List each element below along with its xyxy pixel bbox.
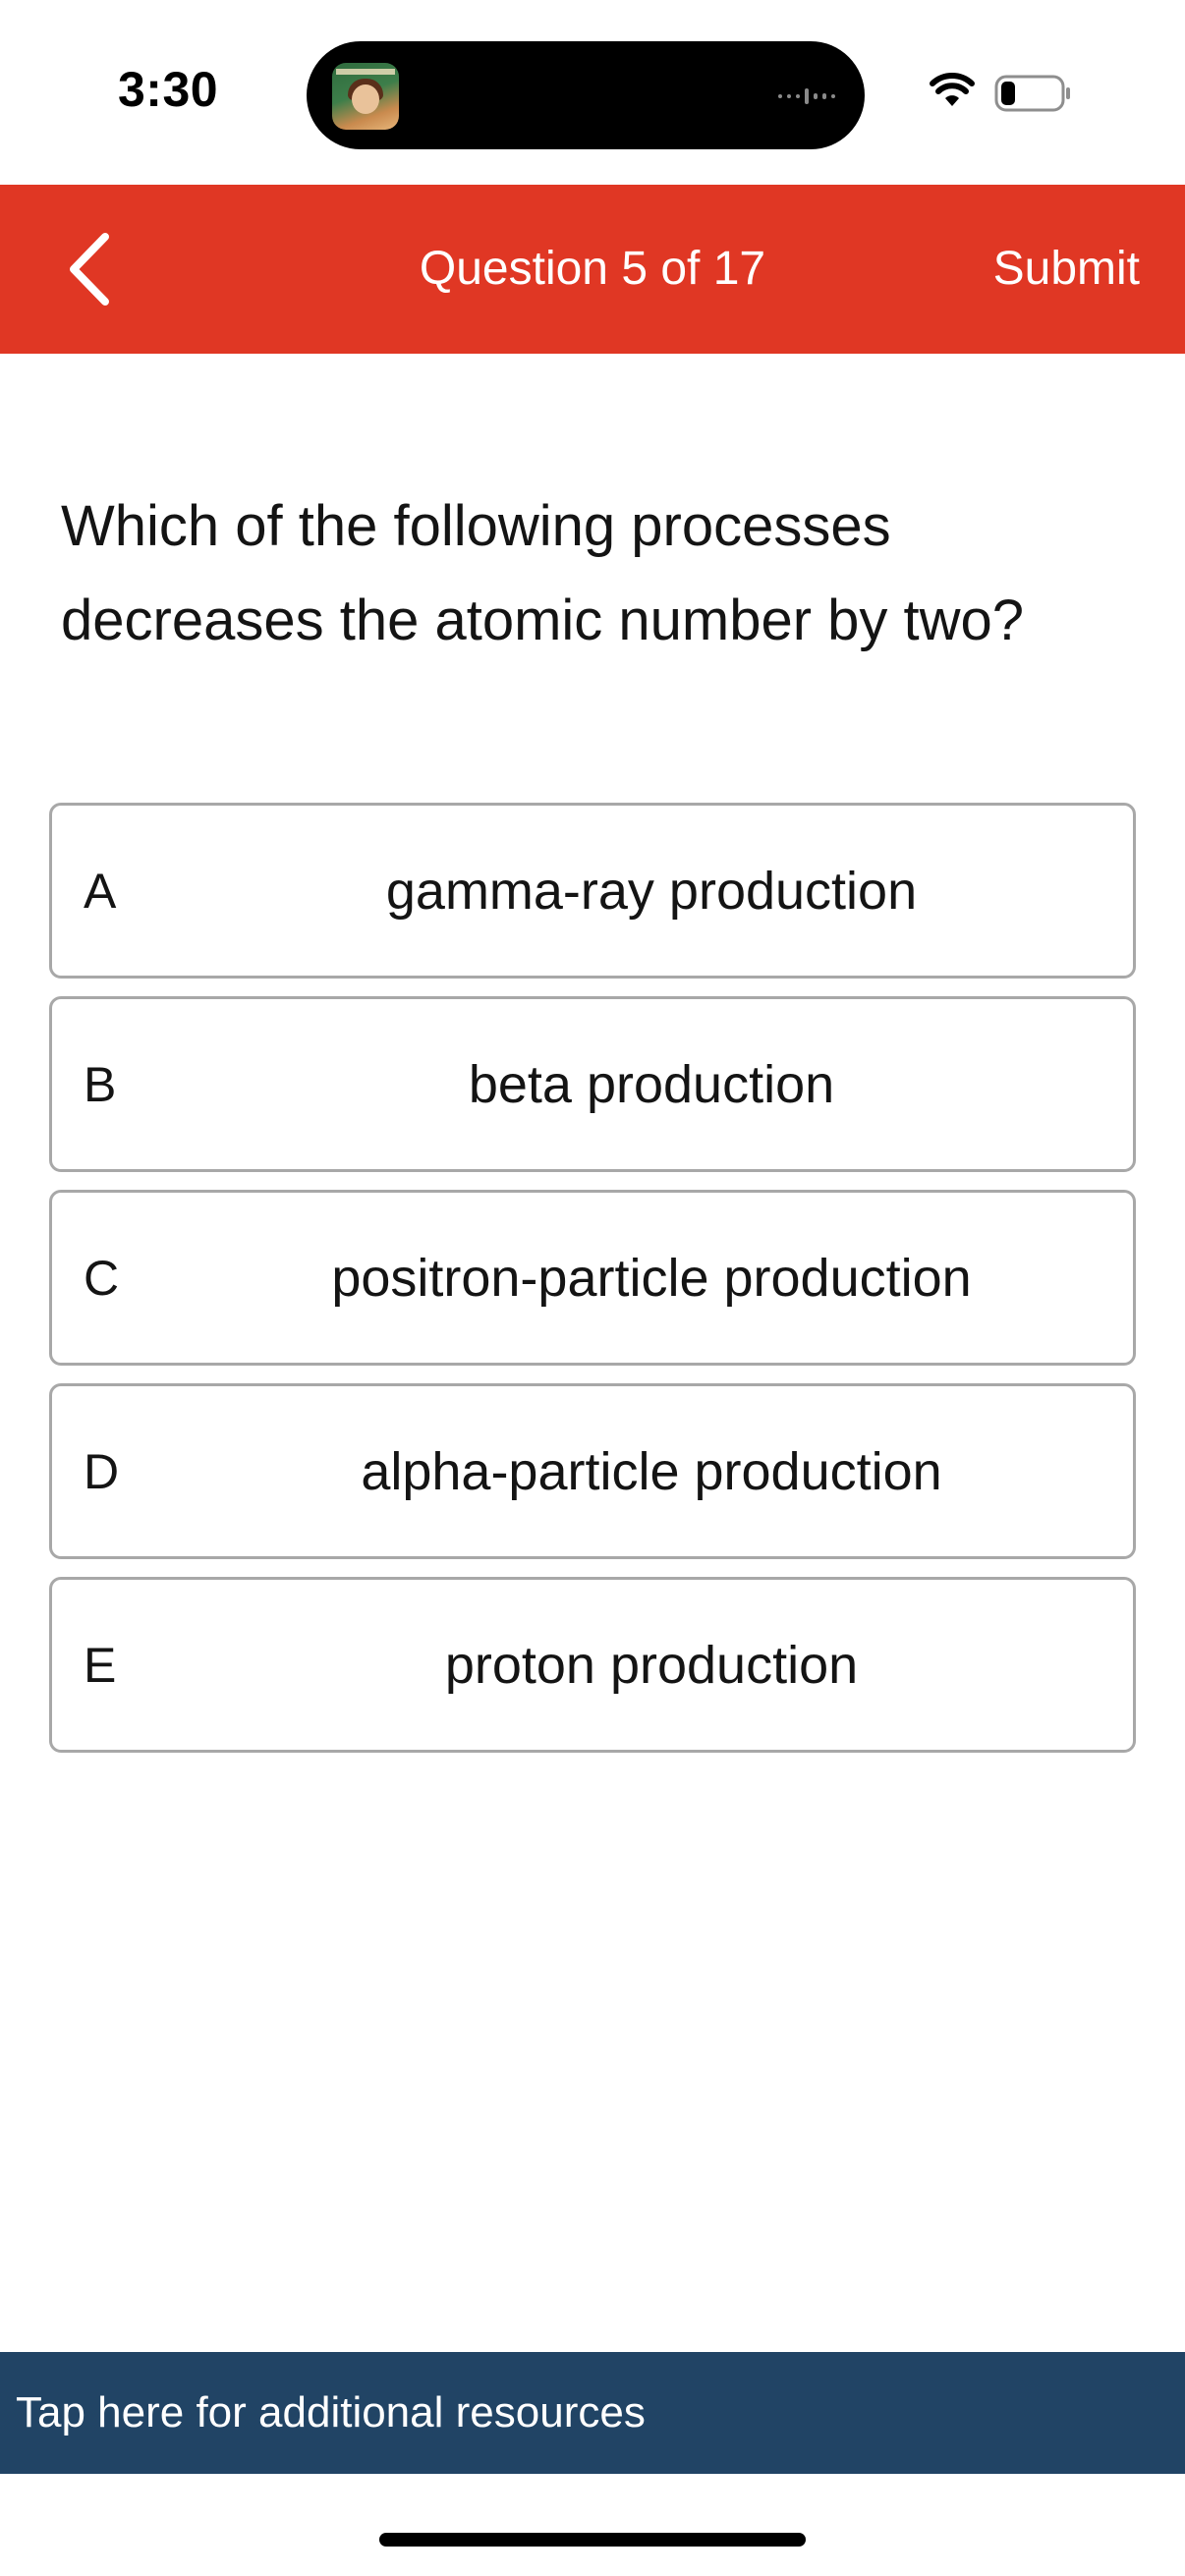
audio-waveform-icon [778, 86, 835, 106]
answer-letter: D [84, 1443, 120, 1499]
battery-icon [994, 75, 1070, 112]
answer-text: proton production [444, 1635, 859, 1695]
quiz-screen: 3:30 Question 5 of 17 Submit Which of th… [0, 0, 1185, 2576]
answer-option-b[interactable]: B beta production [49, 996, 1136, 1172]
dynamic-island [307, 41, 865, 149]
answer-text: alpha-particle production [361, 1441, 942, 1501]
wifi-icon [930, 73, 975, 106]
resources-banner[interactable]: Tap here for additional resources [0, 2352, 1185, 2474]
nav-bar: Question 5 of 17 Submit [0, 185, 1185, 354]
home-indicator[interactable] [379, 2533, 806, 2547]
question-text: Which of the following processes decreas… [61, 494, 1025, 652]
resources-label: Tap here for additional resources [16, 2388, 646, 2436]
answer-text: positron-particle production [331, 1248, 972, 1308]
answer-text: gamma-ray production [385, 861, 918, 921]
answer-letter: A [84, 863, 117, 919]
now-playing-artwork [332, 63, 399, 130]
answer-option-a[interactable]: A gamma-ray production [49, 803, 1136, 979]
status-time: 3:30 [118, 62, 219, 117]
submit-button[interactable]: Submit [993, 242, 1140, 296]
answer-list: A gamma-ray production B beta production… [49, 803, 1136, 1770]
status-bar: 3:30 [0, 0, 1185, 185]
answer-option-e[interactable]: E proton production [49, 1577, 1136, 1753]
answer-letter: C [84, 1250, 120, 1306]
answer-letter: B [84, 1056, 117, 1112]
answer-text: beta production [468, 1054, 835, 1114]
answer-letter: E [84, 1637, 117, 1693]
answer-option-c[interactable]: C positron-particle production [49, 1190, 1136, 1366]
answer-option-d[interactable]: D alpha-particle production [49, 1383, 1136, 1559]
